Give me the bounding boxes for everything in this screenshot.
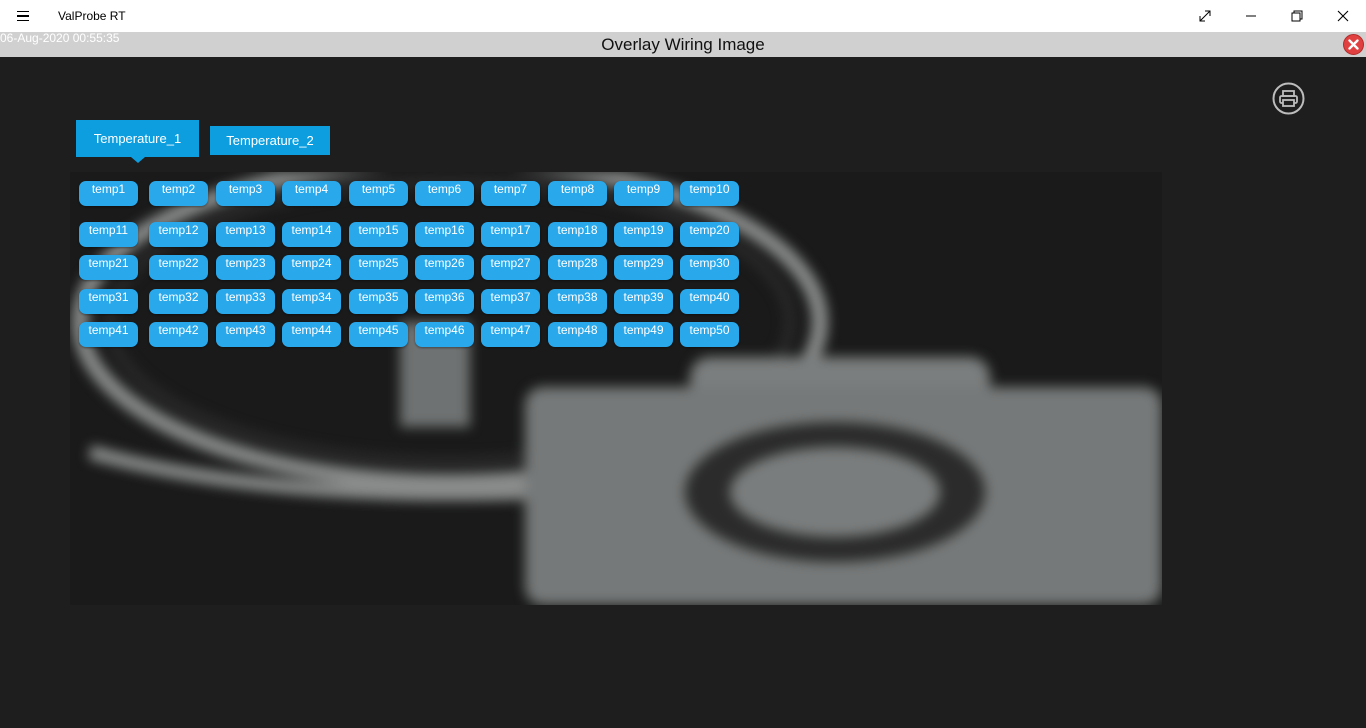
- temp-button-41[interactable]: temp41: [79, 322, 138, 347]
- title-bar: ValProbe RT: [0, 0, 1366, 32]
- temp-button-23[interactable]: temp23: [216, 255, 275, 280]
- temp-button-35[interactable]: temp35: [349, 289, 408, 314]
- temp-button-19[interactable]: temp19: [614, 222, 673, 247]
- temp-button-14[interactable]: temp14: [282, 222, 341, 247]
- temp-button-49[interactable]: temp49: [614, 322, 673, 347]
- temp-button-30[interactable]: temp30: [680, 255, 739, 280]
- temp-button-32[interactable]: temp32: [149, 289, 208, 314]
- temp-button-24[interactable]: temp24: [282, 255, 341, 280]
- temp-button-39[interactable]: temp39: [614, 289, 673, 314]
- temp-button-5[interactable]: temp5: [349, 181, 408, 206]
- app-title: ValProbe RT: [58, 9, 126, 23]
- temp-button-38[interactable]: temp38: [548, 289, 607, 314]
- temp-button-47[interactable]: temp47: [481, 322, 540, 347]
- tab-temperature-1[interactable]: Temperature_1: [76, 120, 199, 163]
- temp-button-28[interactable]: temp28: [548, 255, 607, 280]
- temp-button-40[interactable]: temp40: [680, 289, 739, 314]
- printer-icon[interactable]: [1272, 82, 1305, 115]
- temp-button-26[interactable]: temp26: [415, 255, 474, 280]
- temp-button-25[interactable]: temp25: [349, 255, 408, 280]
- close-icon[interactable]: [1320, 0, 1366, 32]
- temp-button-2[interactable]: temp2: [149, 181, 208, 206]
- header-bar: 06-Aug-2020 00:55:35 Overlay Wiring Imag…: [0, 32, 1366, 57]
- menu-icon[interactable]: [10, 6, 36, 26]
- temp-button-1[interactable]: temp1: [79, 181, 138, 206]
- tab-temperature-2[interactable]: Temperature_2: [210, 126, 330, 155]
- temp-button-27[interactable]: temp27: [481, 255, 540, 280]
- temp-button-36[interactable]: temp36: [415, 289, 474, 314]
- temp-button-29[interactable]: temp29: [614, 255, 673, 280]
- temp-button-16[interactable]: temp16: [415, 222, 474, 247]
- temp-button-10[interactable]: temp10: [680, 181, 739, 206]
- temp-button-48[interactable]: temp48: [548, 322, 607, 347]
- temp-button-6[interactable]: temp6: [415, 181, 474, 206]
- temp-button-4[interactable]: temp4: [282, 181, 341, 206]
- temp-button-33[interactable]: temp33: [216, 289, 275, 314]
- temp-button-34[interactable]: temp34: [282, 289, 341, 314]
- temp-button-3[interactable]: temp3: [216, 181, 275, 206]
- temp-button-50[interactable]: temp50: [680, 322, 739, 347]
- temp-button-7[interactable]: temp7: [481, 181, 540, 206]
- temp-button-13[interactable]: temp13: [216, 222, 275, 247]
- temp-button-11[interactable]: temp11: [79, 222, 138, 247]
- temp-button-17[interactable]: temp17: [481, 222, 540, 247]
- temp-button-20[interactable]: temp20: [680, 222, 739, 247]
- temp-button-18[interactable]: temp18: [548, 222, 607, 247]
- minimize-icon[interactable]: [1228, 0, 1274, 32]
- temp-button-21[interactable]: temp21: [79, 255, 138, 280]
- page-title: Overlay Wiring Image: [601, 35, 765, 54]
- temp-button-12[interactable]: temp12: [149, 222, 208, 247]
- restore-icon[interactable]: [1274, 0, 1320, 32]
- temp-button-9[interactable]: temp9: [614, 181, 673, 206]
- temp-button-31[interactable]: temp31: [79, 289, 138, 314]
- temp-button-8[interactable]: temp8: [548, 181, 607, 206]
- temp-button-44[interactable]: temp44: [282, 322, 341, 347]
- temp-button-46[interactable]: temp46: [415, 322, 474, 347]
- temp-button-42[interactable]: temp42: [149, 322, 208, 347]
- temp-button-37[interactable]: temp37: [481, 289, 540, 314]
- close-circle-icon[interactable]: [1343, 34, 1364, 55]
- temp-button-22[interactable]: temp22: [149, 255, 208, 280]
- expand-icon[interactable]: [1182, 0, 1228, 32]
- temp-button-15[interactable]: temp15: [349, 222, 408, 247]
- temp-button-45[interactable]: temp45: [349, 322, 408, 347]
- temp-button-43[interactable]: temp43: [216, 322, 275, 347]
